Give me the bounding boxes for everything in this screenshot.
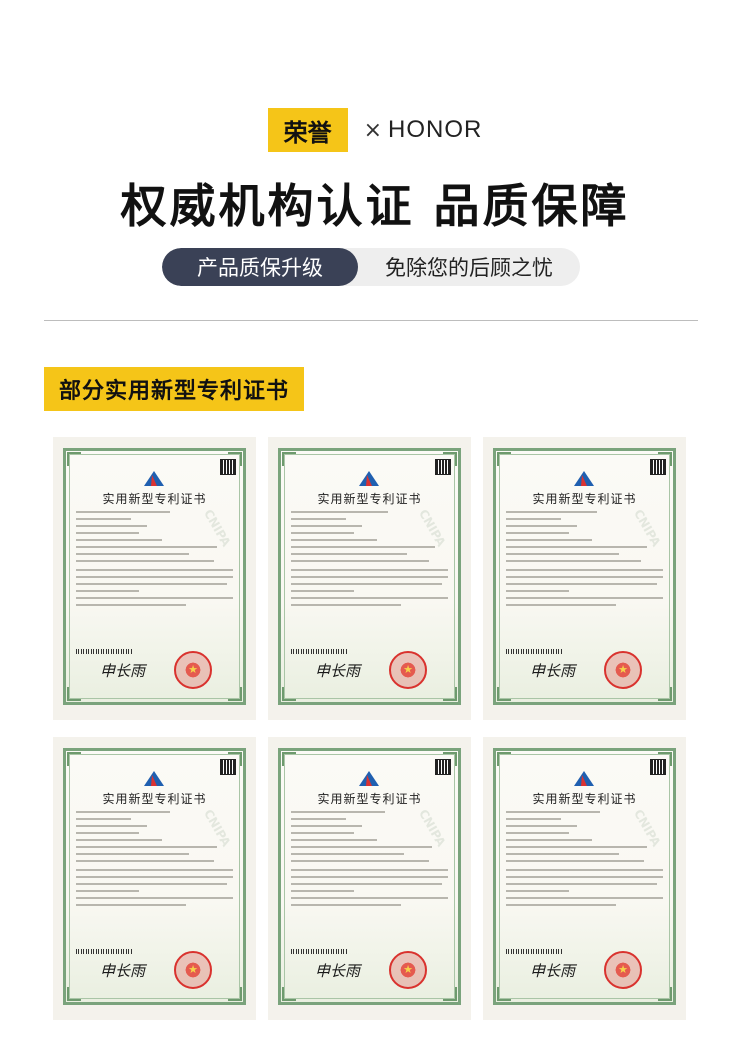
qr-code-icon — [220, 459, 236, 475]
certificate-paper: 实用新型专利证书 申长雨 ★ CNIPA — [493, 748, 676, 1005]
certificate-title: 实用新型专利证书 — [317, 492, 422, 506]
barcode — [76, 649, 132, 654]
patent-emblem-icon — [144, 471, 164, 486]
times-symbol: × — [363, 117, 383, 143]
qr-code-icon — [435, 759, 451, 775]
section-label: 部分实用新型专利证书 — [44, 367, 304, 411]
barcode — [291, 949, 347, 954]
barcode — [506, 649, 562, 654]
honor-badge: 荣誉 — [267, 108, 348, 152]
patent-emblem-icon — [359, 471, 379, 486]
official-seal: ★ — [389, 951, 427, 989]
guarantee-pill: 产品质保升级 免除您的后顾之忧 — [162, 248, 580, 286]
divider — [44, 320, 698, 321]
certificate-paper: 实用新型专利证书 申长雨 ★ CNIPA — [278, 748, 461, 1005]
qr-code-icon — [220, 759, 236, 775]
certificate-title: 实用新型专利证书 — [317, 792, 422, 806]
patent-emblem-icon — [359, 771, 379, 786]
certificate-card[interactable]: 实用新型专利证书 申长雨 ★ CNIPA — [483, 437, 686, 720]
qr-code-icon — [650, 459, 666, 475]
official-seal: ★ — [389, 651, 427, 689]
barcode — [76, 949, 132, 954]
qr-code-icon — [435, 459, 451, 475]
signature: 申长雨 — [315, 662, 361, 680]
certificate-title: 实用新型专利证书 — [102, 792, 207, 806]
brand-name: HONOR — [388, 116, 483, 143]
certificate-paper: 实用新型专利证书 申长雨 ★ CNIPA — [63, 748, 246, 1005]
patent-emblem-icon — [144, 771, 164, 786]
barcode — [291, 649, 347, 654]
qr-code-icon — [650, 759, 666, 775]
signature: 申长雨 — [530, 662, 576, 680]
signature: 申长雨 — [100, 962, 146, 980]
certificate-card[interactable]: 实用新型专利证书 申长雨 ★ CNIPA — [268, 737, 471, 1020]
signature: 申长雨 — [100, 662, 146, 680]
certificate-paper: 实用新型专利证书 申长雨 ★ CNIPA — [493, 448, 676, 705]
pill-right-label: 免除您的后顾之忧 — [385, 256, 553, 280]
certificate-title: 实用新型专利证书 — [102, 492, 207, 506]
signature: 申长雨 — [530, 962, 576, 980]
signature: 申长雨 — [315, 962, 361, 980]
official-seal: ★ — [604, 651, 642, 689]
certificate-paper: 实用新型专利证书 申长雨 ★ CNIPA — [63, 448, 246, 705]
certificate-card[interactable]: 实用新型专利证书 申长雨 ★ CNIPA — [483, 737, 686, 1020]
barcode — [506, 949, 562, 954]
certificate-card[interactable]: 实用新型专利证书 申长雨 ★ CNIPA — [53, 737, 256, 1020]
patent-emblem-icon — [574, 471, 594, 486]
certificate-paper: 实用新型专利证书 申长雨 ★ CNIPA — [278, 448, 461, 705]
certificate-title: 实用新型专利证书 — [532, 792, 637, 806]
official-seal: ★ — [174, 951, 212, 989]
certificate-card[interactable]: 实用新型专利证书 申长雨 ★ CNIPA — [268, 437, 471, 720]
official-seal: ★ — [174, 651, 212, 689]
brand-row: 荣誉 × HONOR — [0, 108, 750, 152]
pill-left-label: 产品质保升级 — [162, 248, 358, 286]
official-seal: ★ — [604, 951, 642, 989]
certificate-card[interactable]: 实用新型专利证书 申长雨 ★ CNIPA — [53, 437, 256, 720]
certificate-title: 实用新型专利证书 — [532, 492, 637, 506]
page-headline: 权威机构认证 品质保障 — [120, 179, 630, 233]
patent-emblem-icon — [574, 771, 594, 786]
